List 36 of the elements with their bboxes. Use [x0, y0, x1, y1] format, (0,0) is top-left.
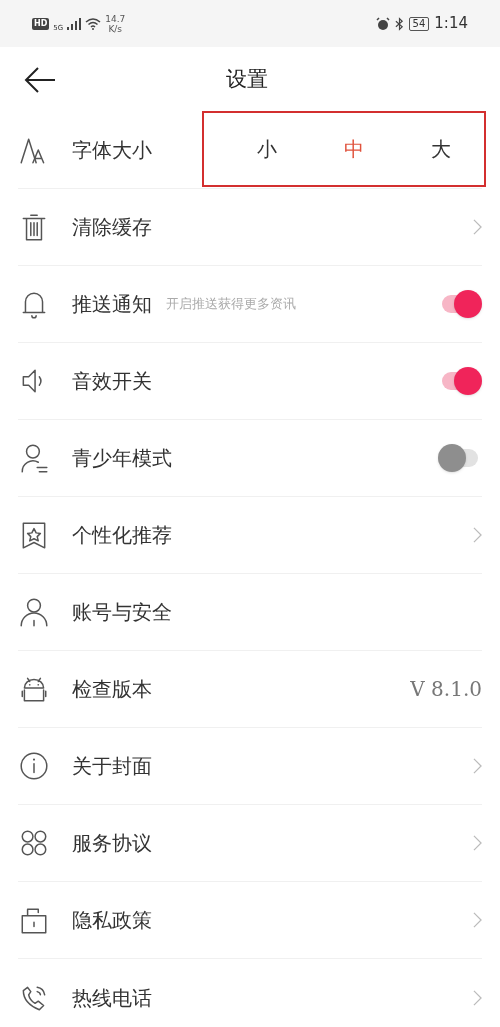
chevron-right-icon	[473, 912, 482, 928]
chevron-right-icon	[473, 758, 482, 774]
setting-label: 账号与安全	[72, 599, 172, 626]
wifi-icon	[85, 17, 102, 30]
back-arrow-icon	[24, 65, 56, 94]
setting-label: 检查版本	[72, 676, 152, 703]
chevron-right-icon	[473, 219, 482, 235]
font-size-option[interactable]: 大	[426, 133, 455, 164]
setting-label: 隐私政策	[72, 907, 152, 934]
battery-level: 54	[408, 16, 430, 31]
alarm-icon	[375, 16, 390, 31]
setting-label: 清除缓存	[72, 214, 152, 241]
setting-label: 个性化推荐	[72, 522, 172, 549]
page-title: 设置	[226, 65, 268, 93]
chevron-right-icon	[473, 835, 482, 851]
setting-label: 关于封面	[72, 753, 152, 780]
setting-label: 服务协议	[72, 830, 152, 857]
clock-time: 1:14	[434, 13, 468, 35]
bluetooth-icon	[394, 16, 404, 31]
setting-hint: 开启推送获得更多资讯	[166, 295, 296, 314]
setting-label: 青少年模式	[72, 445, 172, 472]
speed-value: 14.7	[105, 13, 126, 24]
speed-unit: K/s	[108, 23, 123, 34]
version-value: V 8.1.0	[410, 676, 482, 703]
setting-label: 音效开关	[72, 368, 152, 395]
chevron-right-icon	[473, 527, 482, 543]
setting-label: 热线电话	[72, 984, 152, 1012]
person-icon	[18, 596, 50, 628]
signal-icon	[67, 17, 82, 30]
setting-label: 字体大小	[72, 137, 152, 164]
hd-badge: HD	[32, 17, 50, 30]
info-icon	[18, 750, 50, 782]
font-size-option[interactable]: 小	[253, 133, 282, 164]
font-size-option[interactable]: 中	[340, 133, 368, 164]
chevron-right-icon	[473, 989, 482, 1006]
setting-label: 推送通知	[72, 291, 152, 318]
